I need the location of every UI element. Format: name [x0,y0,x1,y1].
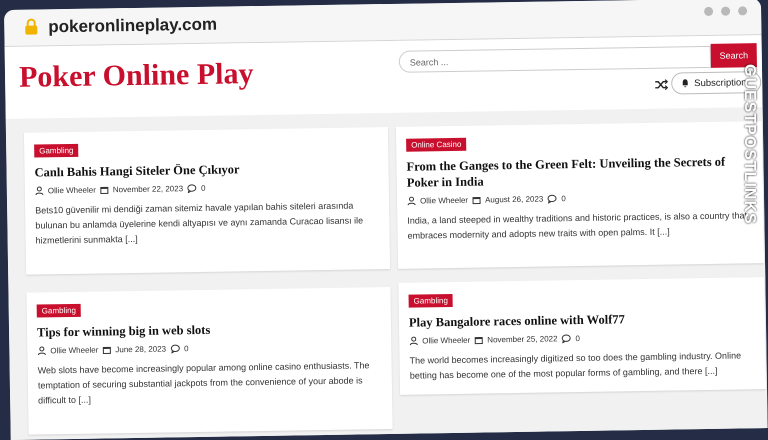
post-title[interactable]: Canlı Bahis Hangi Siteler Öne Çıkıyor [34,159,378,180]
site-header: Poker Online Play Search ... Search Subs… [4,35,763,119]
comment-icon [187,184,197,194]
post-card: Gambling Canlı Bahis Hangi Siteler Öne Ç… [23,126,391,275]
comment-icon [170,344,180,354]
post-title[interactable]: Tips for winning big in web slots [37,319,381,340]
post-date[interactable]: June 28, 2023 [115,344,166,354]
post-card: Online Casino From the Ganges to the Gre… [395,121,765,269]
user-icon [407,196,416,206]
search-input[interactable]: Search ... [398,45,711,73]
user-icon [37,346,46,356]
comment-count[interactable]: 0 [184,344,189,353]
window-dot[interactable] [738,6,748,16]
guestpostlinks-watermark: GUESTPOSTLINKS [734,64,764,274]
shuffle-icon[interactable] [654,79,669,91]
browser-window: pokeronlineplay.com Poker Online Play Se… [4,0,768,440]
post-author[interactable]: Ollie Wheeler [48,186,96,196]
lock-icon [25,18,38,35]
post-date[interactable]: November 22, 2023 [113,184,183,194]
post-grid: Gambling Canlı Bahis Hangi Siteler Öne Ç… [5,107,768,440]
window-controls [704,6,748,17]
post-meta: Ollie Wheeler November 22, 2023 0 [35,181,379,195]
user-icon [409,336,418,346]
user-icon [35,186,44,196]
post-title[interactable]: Play Bangalore races online with Wolf77 [409,309,755,330]
post-card: Gambling Tips for winning big in web slo… [26,286,393,435]
post-title[interactable]: From the Ganges to the Green Felt: Unvei… [406,153,752,190]
post-excerpt: India, a land steeped in wealthy traditi… [407,210,748,241]
category-badge[interactable]: Online Casino [406,137,467,152]
post-date[interactable]: November 25, 2022 [487,334,557,344]
site-title[interactable]: Poker Online Play [19,57,254,95]
post-meta: Ollie Wheeler June 28, 2023 0 [37,341,381,355]
post-card: Gambling Play Bangalore races online wit… [398,277,767,395]
post-author[interactable]: Ollie Wheeler [422,336,470,346]
calendar-icon [472,197,481,205]
post-meta: Ollie Wheeler August 26, 2023 0 [407,191,753,205]
post-excerpt: The world becomes increasingly digitized… [409,350,742,381]
url-text[interactable]: pokeronlineplay.com [48,15,217,38]
watermark-text: GUESTPOSTLINKS [741,64,758,225]
post-author[interactable]: Ollie Wheeler [420,196,468,206]
category-badge[interactable]: Gambling [36,303,82,318]
post-meta: Ollie Wheeler November 25, 2022 0 [409,331,755,345]
window-dot[interactable] [704,6,714,17]
bell-icon [682,79,688,88]
comment-icon [562,334,572,344]
post-date[interactable]: August 26, 2023 [485,195,543,205]
comment-count[interactable]: 0 [575,334,580,343]
post-author[interactable]: Ollie Wheeler [50,346,98,356]
comment-count[interactable]: 0 [561,194,566,203]
post-excerpt: Web slots have become increasingly popul… [37,360,370,406]
window-dot[interactable] [721,6,731,16]
category-badge[interactable]: Gambling [408,293,453,308]
calendar-icon [474,337,483,345]
calendar-icon [102,346,111,354]
comment-count[interactable]: 0 [201,184,206,193]
calendar-icon [100,186,109,195]
category-badge[interactable]: Gambling [34,143,79,158]
post-excerpt: Bets10 güvenilir mi dendiği zaman sitemi… [35,200,364,246]
comment-icon [547,194,557,204]
